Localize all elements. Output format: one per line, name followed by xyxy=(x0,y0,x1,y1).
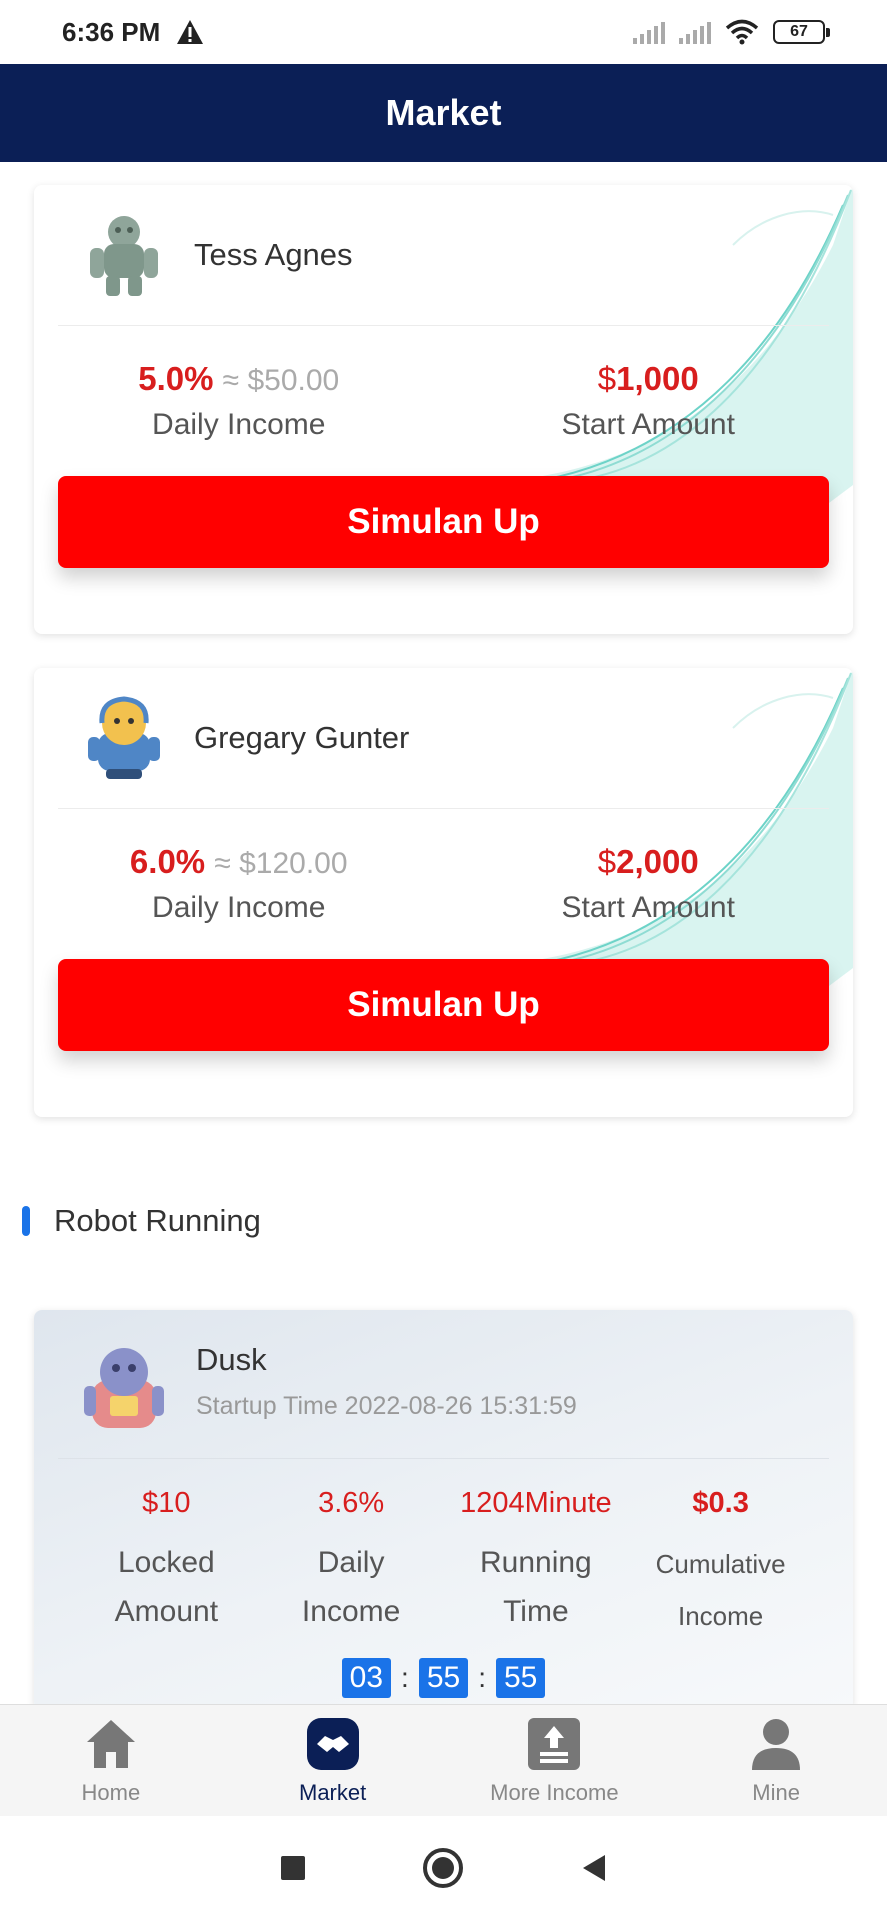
back-icon[interactable] xyxy=(579,1853,609,1883)
cumulative-income-label: Cumulative Income xyxy=(655,1549,786,1631)
nav-label: More Income xyxy=(490,1779,619,1805)
start-amount-value: 2,000 xyxy=(616,843,699,880)
daily-income-label: Daily Income xyxy=(152,408,326,441)
countdown-timer: 03 : 55 : 55 xyxy=(34,1658,853,1698)
nav-label: Mine xyxy=(752,1779,800,1805)
approx-value: ≈ $50.00 xyxy=(222,364,340,397)
timer-seconds: 55 xyxy=(495,1658,546,1698)
rate-value: 5.0% xyxy=(138,360,214,397)
currency-symbol: $ xyxy=(597,843,617,880)
start-amount-label: Start Amount xyxy=(561,891,735,924)
person-icon xyxy=(752,1718,801,1770)
daily-income-stat: 6.0% ≈ $120.00 Daily Income xyxy=(34,809,444,959)
daily-income-value: 3.6% xyxy=(318,1487,385,1519)
nav-label: Home xyxy=(81,1779,141,1805)
nav-label: Market xyxy=(299,1779,367,1805)
app-header: Market xyxy=(0,64,887,162)
locked-amount-value: $10 xyxy=(142,1487,191,1519)
daily-income-label: Daily Income xyxy=(152,891,326,924)
startup-time: Startup Time 2022-08-26 15:31:59 xyxy=(196,1392,577,1420)
robot-avatar xyxy=(88,696,160,779)
timer-separator: : xyxy=(401,1662,409,1693)
start-amount-value: 1,000 xyxy=(616,360,699,397)
rate-value: 6.0% xyxy=(129,843,206,880)
divider xyxy=(58,1458,829,1459)
running-time-label: Running Time xyxy=(479,1546,592,1628)
locked-amount-label: Locked Amount xyxy=(114,1546,219,1628)
approx-value: ≈ $120.00 xyxy=(214,847,348,880)
daily-income-label: Daily Income xyxy=(301,1546,401,1628)
robot-card: Gregary Gunter 6.0% ≈ $120.00 Daily Inco… xyxy=(34,668,853,1117)
simulan-up-button[interactable]: Simulan Up xyxy=(58,959,829,1051)
running-robot-name: Dusk xyxy=(196,1342,267,1377)
home-button-icon[interactable] xyxy=(422,1847,464,1889)
timer-hours: 03 xyxy=(341,1658,392,1698)
warning-icon xyxy=(177,20,204,44)
section-header: Robot Running xyxy=(22,1203,261,1239)
currency-symbol: $ xyxy=(597,360,617,397)
status-bar: 6:36 PM 67 xyxy=(0,0,887,64)
running-time-value: 1204Minute xyxy=(460,1487,612,1519)
system-nav-bar xyxy=(0,1816,887,1920)
home-icon xyxy=(86,1719,135,1768)
wifi-icon xyxy=(725,19,759,45)
daily-income-stat: 5.0% ≈ $50.00 Daily Income xyxy=(34,326,444,476)
robot-name: Tess Agnes xyxy=(194,237,353,272)
upload-money-icon xyxy=(528,1717,581,1770)
robot-avatar xyxy=(90,216,158,296)
locked-amount-stat: $10 Locked Amount xyxy=(74,1487,259,1642)
cumulative-income-stat: $0.3 Cumulative Income xyxy=(628,1487,813,1642)
start-amount-label: Start Amount xyxy=(561,408,735,441)
signal-icon xyxy=(633,20,665,44)
running-time-stat: 1204Minute Running Time xyxy=(444,1487,629,1642)
bottom-nav: Home Market More Income Mine xyxy=(0,1704,887,1816)
nav-item-mine[interactable]: Mine xyxy=(665,1705,887,1816)
start-amount-stat: $1,000 Start Amount xyxy=(444,326,854,476)
handshake-icon xyxy=(306,1717,359,1770)
nav-item-more-income[interactable]: More Income xyxy=(444,1705,666,1816)
robot-avatar xyxy=(84,1348,164,1428)
nav-item-market[interactable]: Market xyxy=(222,1705,444,1816)
robot-card: Tess Agnes 5.0% ≈ $50.00 Daily Income $1… xyxy=(34,185,853,634)
status-time: 6:36 PM xyxy=(62,16,161,47)
nav-item-home[interactable]: Home xyxy=(0,1705,222,1816)
simulan-up-button[interactable]: Simulan Up xyxy=(58,476,829,568)
start-amount-stat: $2,000 Start Amount xyxy=(444,809,854,959)
recent-apps-icon[interactable] xyxy=(279,1854,307,1882)
battery-icon: 67 xyxy=(773,20,830,44)
section-accent-bar xyxy=(22,1206,30,1236)
robot-name: Gregary Gunter xyxy=(194,720,410,755)
timer-minutes: 55 xyxy=(418,1658,469,1698)
daily-income-stat: 3.6% Daily Income xyxy=(259,1487,444,1642)
running-robot-card: Dusk Startup Time 2022-08-26 15:31:59 $1… xyxy=(34,1310,853,1710)
cumulative-income-value: $0.3 xyxy=(692,1487,749,1519)
section-title: Robot Running xyxy=(54,1203,261,1238)
signal-icon-2 xyxy=(679,20,711,44)
page-title: Market xyxy=(385,92,502,133)
timer-separator: : xyxy=(478,1662,486,1693)
